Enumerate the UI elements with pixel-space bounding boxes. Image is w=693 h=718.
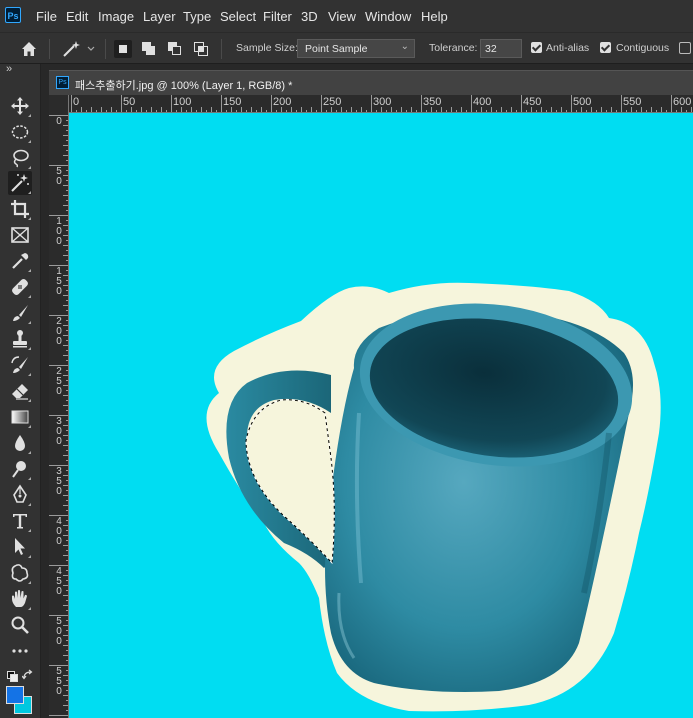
- menu-select[interactable]: Select: [220, 9, 256, 24]
- menu-view[interactable]: View: [328, 9, 356, 24]
- add-to-selection-button[interactable]: [140, 40, 158, 58]
- new-selection-button[interactable]: [114, 40, 132, 58]
- ruler-label: 550: [623, 96, 642, 108]
- ruler-label: 350: [56, 466, 62, 497]
- home-icon[interactable]: [20, 40, 38, 58]
- ruler-label: 500: [573, 96, 592, 108]
- ruler-label: 200: [56, 316, 62, 347]
- document-title: 패스추출하기.jpg @ 100% (Layer 1, RGB/8) *: [75, 80, 293, 92]
- ruler-label: 0: [56, 116, 62, 127]
- contiguous-checkbox[interactable]: [600, 42, 611, 53]
- magic-wand-icon[interactable]: [8, 171, 32, 195]
- ruler-label: 250: [56, 366, 62, 397]
- path-selection-icon[interactable]: [8, 535, 32, 559]
- ruler-label: 100: [56, 216, 62, 247]
- menu-window[interactable]: Window: [365, 9, 411, 24]
- history-brush-icon[interactable]: [8, 353, 32, 377]
- vertical-ruler[interactable]: 0 50 100 150 200 250 300 350 400 450 500 550: [49, 95, 69, 718]
- hand-icon[interactable]: [8, 587, 32, 611]
- magic-wand-icon: [63, 41, 95, 57]
- swap-colors-icon[interactable]: [21, 668, 34, 680]
- type-icon[interactable]: [8, 509, 32, 533]
- default-colors-icon[interactable]: [7, 671, 18, 682]
- ruler-label: 50: [123, 96, 136, 108]
- more-tools-icon[interactable]: [8, 639, 32, 663]
- menu-layer[interactable]: Layer: [143, 9, 176, 24]
- ruler-label: 150: [56, 266, 62, 297]
- image-canvas[interactable]: [69, 113, 693, 718]
- marquee-icon[interactable]: [8, 120, 32, 144]
- menu-bar: Ps File Edit Image Layer Type Select Fil…: [0, 0, 693, 32]
- ruler-label: 550: [56, 666, 62, 697]
- blur-icon[interactable]: [8, 431, 32, 455]
- ruler-label: 450: [523, 96, 542, 108]
- shape-icon[interactable]: [8, 561, 32, 585]
- gradient-icon[interactable]: [8, 405, 32, 429]
- menu-help[interactable]: Help: [421, 9, 448, 24]
- ruler-label: 100: [173, 96, 192, 108]
- brush-icon[interactable]: [8, 301, 32, 325]
- frame-icon[interactable]: [8, 223, 32, 247]
- options-bar: Sample Size: Point Sample ⌄ Tolerance: 3…: [0, 32, 693, 64]
- ruler-label: 450: [56, 566, 62, 597]
- crop-icon[interactable]: [8, 197, 32, 221]
- healing-brush-icon[interactable]: [8, 275, 32, 299]
- sample-all-layers-checkbox[interactable]: [679, 42, 691, 54]
- ruler-label: 200: [273, 96, 292, 108]
- clone-stamp-icon[interactable]: [8, 327, 32, 351]
- ruler-label: 400: [56, 516, 62, 547]
- antialias-label: Anti-alias: [546, 42, 590, 54]
- foreground-color-swatch[interactable]: [6, 686, 24, 704]
- sample-size-label: Sample Size:: [236, 42, 298, 54]
- menu-file[interactable]: File: [36, 9, 57, 24]
- zoom-icon[interactable]: [8, 613, 32, 637]
- menu-3d[interactable]: 3D: [301, 9, 318, 24]
- menu-image[interactable]: Image: [98, 9, 134, 24]
- antialias-checkbox[interactable]: [531, 42, 542, 53]
- ruler-label: 500: [56, 616, 62, 647]
- chevron-down-icon: ⌄: [400, 41, 409, 52]
- menu-type[interactable]: Type: [183, 9, 211, 24]
- ps-file-icon: Ps: [56, 76, 69, 89]
- ruler-label: 150: [223, 96, 242, 108]
- menu-filter[interactable]: Filter: [263, 9, 292, 24]
- collapse-panel-icon[interactable]: »: [6, 63, 12, 75]
- eraser-icon[interactable]: [8, 379, 32, 403]
- ruler-label: 600: [673, 96, 692, 108]
- menu-edit[interactable]: Edit: [66, 9, 88, 24]
- pen-icon[interactable]: [8, 483, 32, 507]
- tool-preset-picker[interactable]: [61, 39, 99, 59]
- horizontal-ruler[interactable]: 0 50 100 150 200 250 300 350 400 450 500…: [69, 95, 693, 113]
- dodge-icon[interactable]: [8, 457, 32, 481]
- ruler-label: 350: [423, 96, 442, 108]
- ruler-label: 0: [73, 96, 80, 108]
- tools-panel: »: [0, 63, 41, 718]
- subtract-from-selection-button[interactable]: [166, 40, 184, 58]
- tolerance-label: Tolerance:: [429, 42, 478, 54]
- lasso-icon[interactable]: [8, 146, 32, 170]
- ruler-label: 300: [56, 416, 62, 447]
- eyedropper-icon[interactable]: [8, 249, 32, 273]
- ruler-label: 50: [56, 166, 62, 187]
- ruler-label: 250: [323, 96, 342, 108]
- app-logo: Ps: [5, 7, 21, 23]
- contiguous-label: Contiguous: [616, 42, 670, 54]
- tolerance-input[interactable]: 32: [480, 39, 522, 58]
- sample-size-select[interactable]: Point Sample ⌄: [297, 39, 415, 58]
- mug-artwork: [206, 282, 661, 712]
- move-icon[interactable]: [8, 94, 32, 118]
- intersect-selection-button[interactable]: [192, 40, 210, 58]
- ruler-label: 400: [473, 96, 492, 108]
- ruler-label: 300: [373, 96, 392, 108]
- document-tab[interactable]: Ps 패스추출하기.jpg @ 100% (Layer 1, RGB/8) *: [49, 70, 693, 95]
- sample-size-value: Point Sample: [305, 43, 368, 55]
